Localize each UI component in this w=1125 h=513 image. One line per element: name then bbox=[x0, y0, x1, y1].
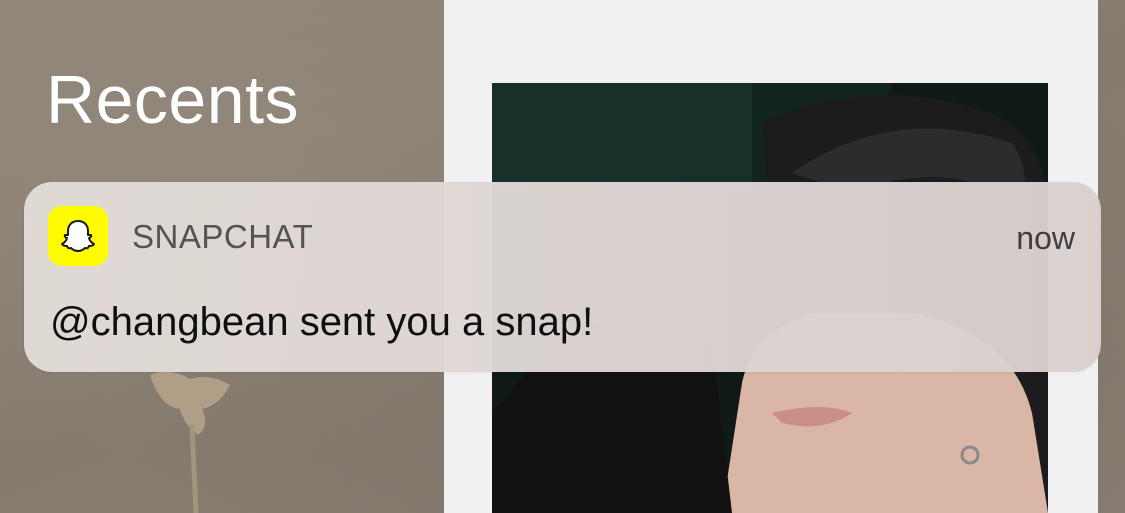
notification-message: @changbean sent you a snap! bbox=[50, 300, 594, 344]
recents-title: Recents bbox=[46, 62, 299, 138]
notification-timestamp: now bbox=[1016, 220, 1075, 256]
snapchat-ghost-icon bbox=[61, 220, 95, 252]
snapchat-app-icon bbox=[48, 206, 108, 266]
snapchat-notification[interactable]: SNAPCHAT now @changbean sent you a snap! bbox=[24, 182, 1101, 372]
notification-app-name: SNAPCHAT bbox=[132, 218, 314, 255]
dried-flower-decoration bbox=[150, 371, 230, 513]
